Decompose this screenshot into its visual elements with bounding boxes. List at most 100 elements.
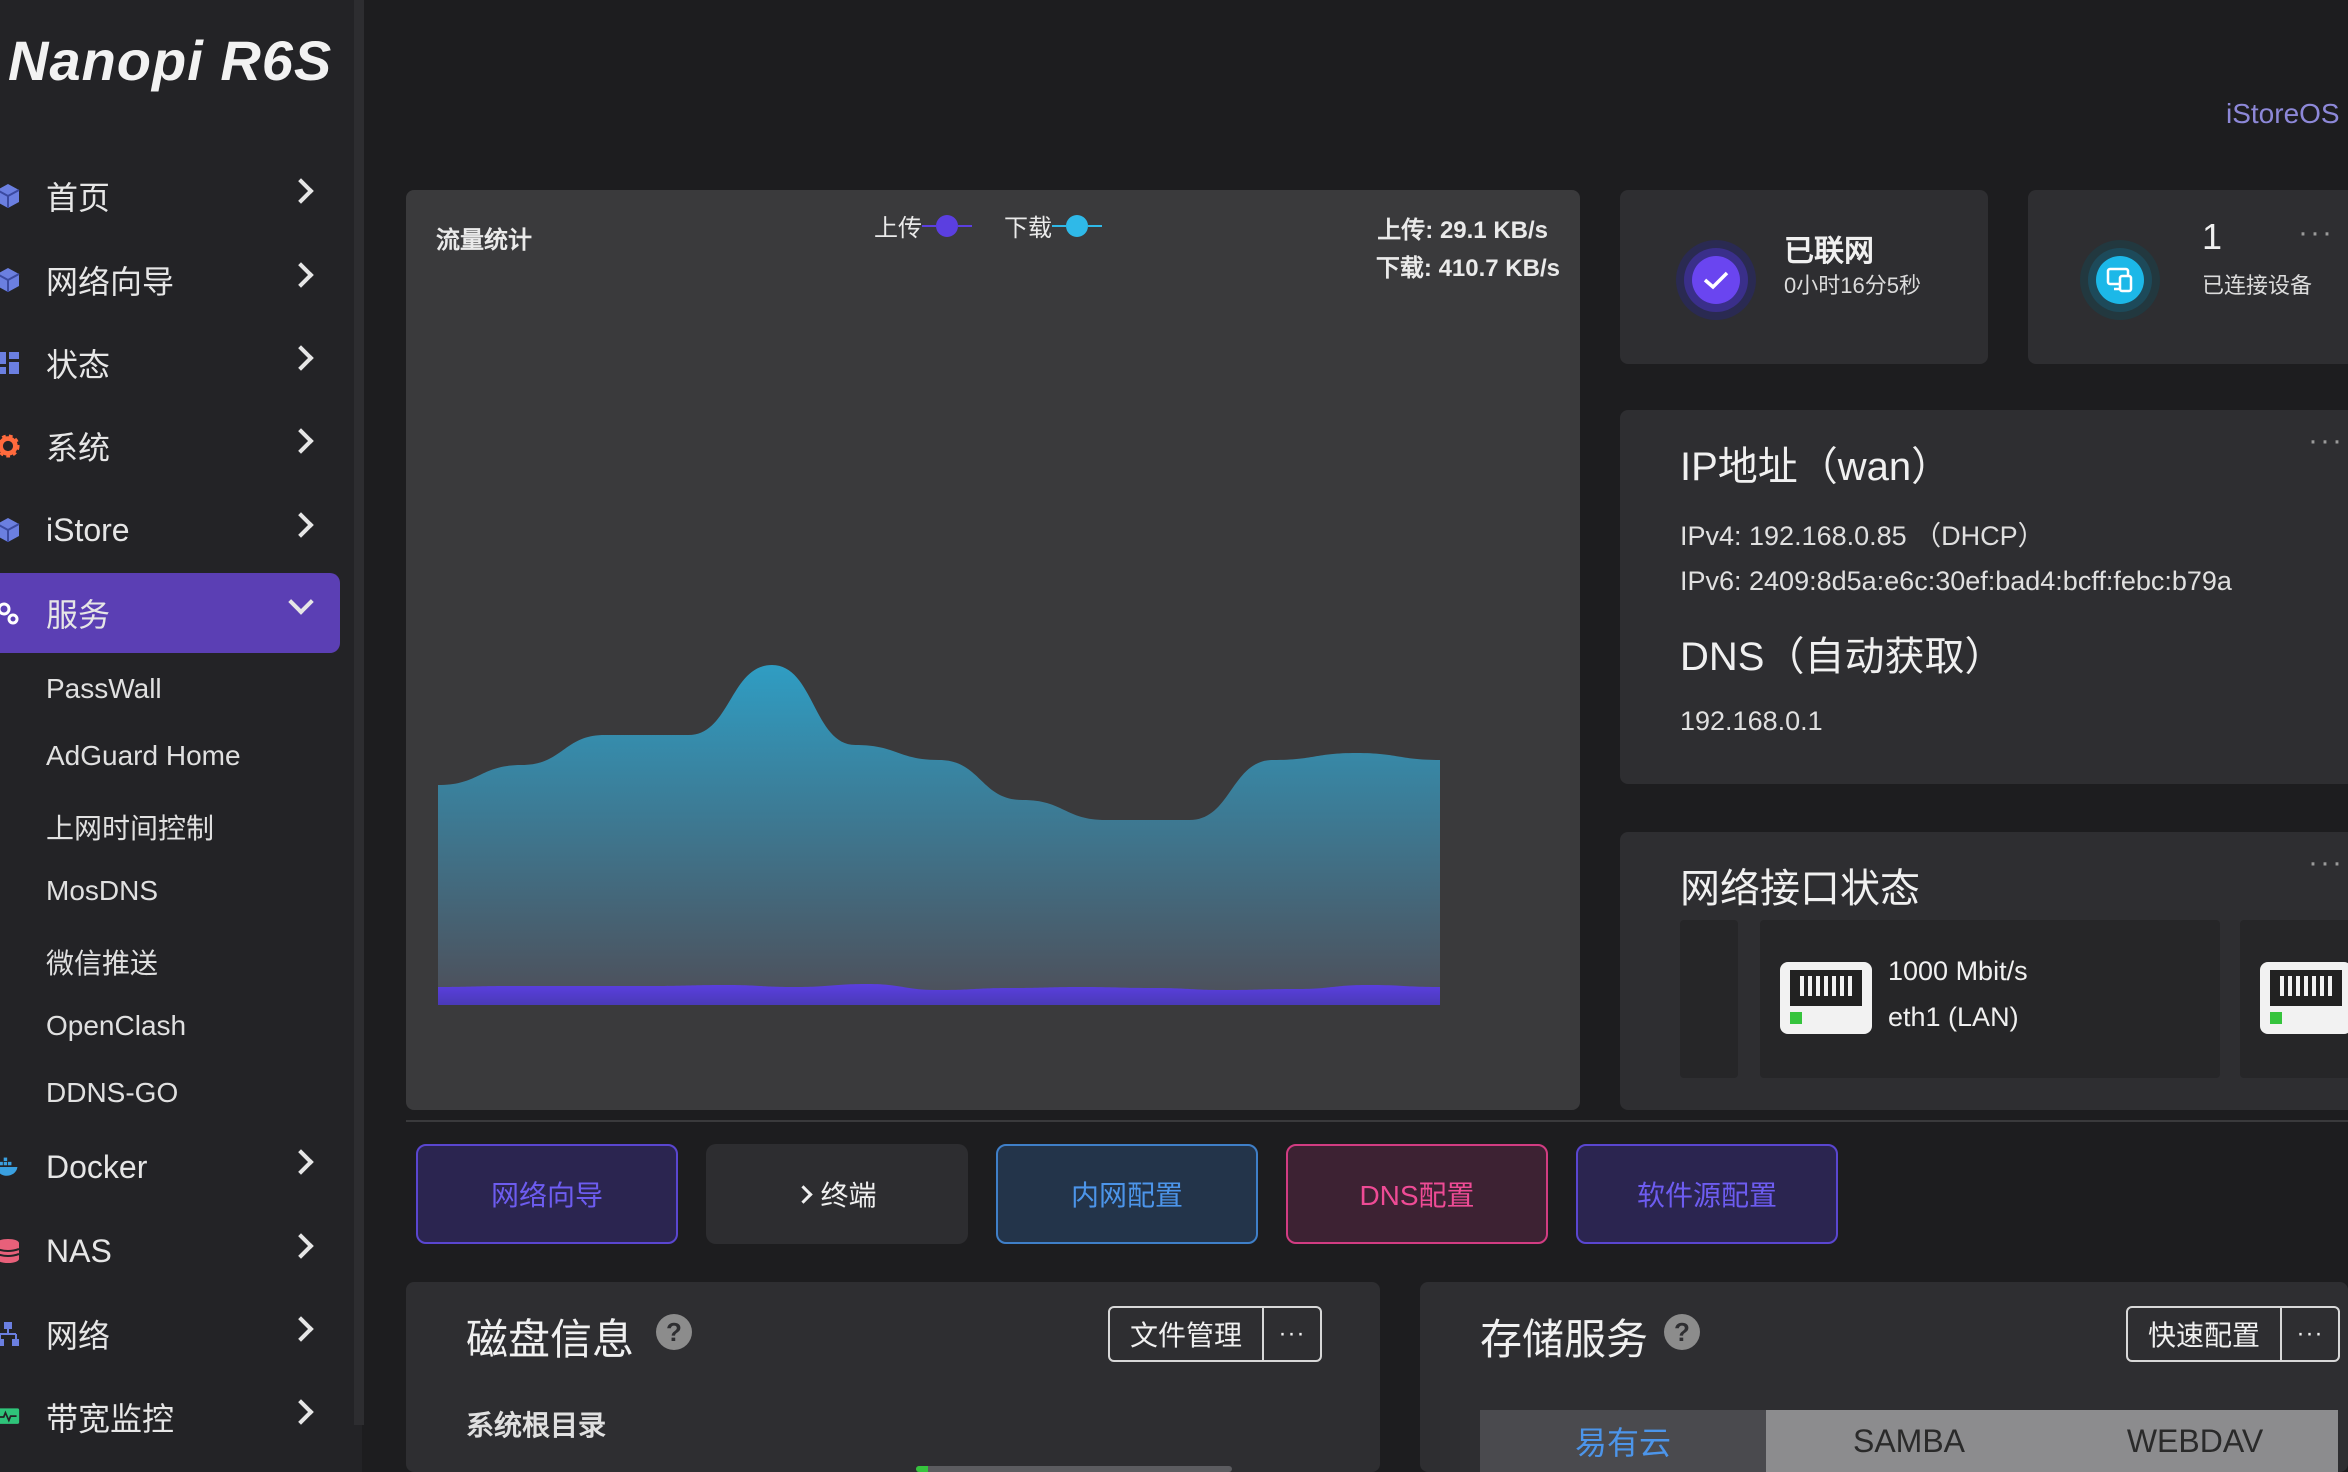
- sidebar-item-docker[interactable]: Docker: [0, 1127, 340, 1207]
- ethernet-port-icon: [1780, 962, 1872, 1034]
- chevron-down-icon: [288, 589, 314, 615]
- brand-logo: Nanopi R6S: [8, 29, 333, 92]
- devices-icon: [2088, 248, 2152, 312]
- series-download-area: [438, 665, 1440, 1005]
- divider: [406, 1120, 2348, 1122]
- dns-config-button[interactable]: DNS配置: [1286, 1144, 1548, 1244]
- sidebar-item-label: 网络向导: [46, 264, 175, 300]
- submenu-openclash[interactable]: OpenClash: [46, 1010, 186, 1042]
- sidebar-item-label: 首页: [46, 180, 111, 216]
- sidebar-item-label: Docker: [46, 1148, 148, 1185]
- submenu-mosdns[interactable]: MosDNS: [46, 875, 158, 907]
- more-icon[interactable]: ···: [2308, 424, 2344, 458]
- quick-config-button[interactable]: 快速配置: [2128, 1308, 2283, 1360]
- tab-samba[interactable]: SAMBA: [1766, 1410, 2052, 1472]
- file-manager-group: 文件管理 ···: [1108, 1306, 1323, 1362]
- disk-title: 磁盘信息: [466, 1316, 635, 1363]
- uptime: 0小时16分5秒: [1784, 273, 1921, 298]
- storage-title: 存储服务: [1480, 1316, 1649, 1363]
- disk-usage-bar: [916, 1466, 1232, 1472]
- submenu-ddns-go[interactable]: DDNS-GO: [46, 1077, 178, 1109]
- lan-config-button[interactable]: 内网配置: [996, 1144, 1258, 1244]
- network-wizard-button[interactable]: 网络向导: [416, 1144, 678, 1244]
- interface-name: eth1 (LAN): [1888, 1002, 2019, 1032]
- sidebar-item-status[interactable]: 状态: [0, 323, 340, 403]
- sidebar-item-services[interactable]: 服务: [0, 573, 340, 653]
- traffic-area-chart: [438, 665, 1440, 1005]
- disk-info-card: 磁盘信息 ? 文件管理 ··· 系统根目录: [406, 1282, 1380, 1472]
- traffic-chart-card: 流量统计 上传 下载 上传: 29.1 KB/s 下载: 410.7 KB/s: [406, 190, 1580, 1110]
- storage-service-card: 存储服务 ? 快速配置 ··· 易有云 SAMBA WEBDAV: [1420, 1282, 2348, 1472]
- submenu-wechat-push[interactable]: 微信推送: [46, 942, 158, 982]
- cube-icon: [0, 266, 20, 294]
- sidebar-item-label: NAS: [46, 1232, 112, 1269]
- submenu-adguard-home[interactable]: AdGuard Home: [46, 740, 241, 772]
- sidebar-item-label: 带宽监控: [46, 1401, 175, 1437]
- internet-status: 已联网: [1784, 235, 1874, 268]
- more-icon[interactable]: ···: [2298, 216, 2334, 250]
- internet-status-card: 已联网 0小时16分5秒: [1620, 190, 1988, 364]
- interface-title: 网络接口状态: [1680, 867, 1920, 911]
- sidebar-item-label: iStore: [46, 511, 130, 548]
- cube-icon: [0, 182, 20, 210]
- help-icon[interactable]: ?: [1664, 1314, 1700, 1350]
- quick-config-group: 快速配置 ···: [2126, 1306, 2341, 1362]
- submenu-time-control[interactable]: 上网时间控制: [46, 807, 214, 847]
- ipv4-address: IPv4: 192.168.0.85 （DHCP）: [1680, 521, 2045, 551]
- sidebar-item-network[interactable]: 网络: [0, 1294, 340, 1374]
- sidebar-item-label: 状态: [46, 347, 111, 383]
- storage-tabs: 易有云 SAMBA WEBDAV: [1480, 1410, 2338, 1472]
- sidebar-item-nas[interactable]: NAS: [0, 1211, 340, 1291]
- gear-icon: [0, 432, 20, 460]
- database-icon: [0, 1237, 20, 1265]
- sidebar-item-network-wizard[interactable]: 网络向导: [0, 240, 340, 320]
- interface-speed: 1000 Mbit/s: [1888, 956, 2028, 986]
- dns-address: 192.168.0.1: [1680, 706, 1823, 736]
- more-icon[interactable]: ···: [2308, 846, 2344, 880]
- file-manager-button[interactable]: 文件管理: [1110, 1308, 1265, 1360]
- chevron-right-icon: [288, 1149, 314, 1175]
- interface-item-partial[interactable]: [2240, 920, 2348, 1078]
- gears-icon: [0, 599, 20, 627]
- sidebar-item-system[interactable]: 系统: [0, 406, 340, 486]
- chevron-right-icon: [288, 178, 314, 204]
- docker-icon: [0, 1153, 20, 1181]
- sidebar-item-label: 网络: [46, 1318, 111, 1354]
- ipv6-address: IPv6: 2409:8d5a:e6c:30ef:bad4:bcff:febc:…: [1680, 566, 2232, 596]
- terminal-button[interactable]: 终端: [706, 1144, 968, 1244]
- cube-icon: [0, 516, 20, 544]
- chevron-right-icon: [288, 1316, 314, 1342]
- system-root-label: 系统根目录: [466, 1410, 607, 1441]
- dns-title: DNS（自动获取）: [1680, 635, 2005, 679]
- sidebar: Nanopi R6S 首页 网络向导 状态 系统 iStore 服务 PassW…: [0, 0, 362, 1472]
- chevron-right-icon: [288, 428, 314, 454]
- network-tree-icon: [0, 1320, 20, 1348]
- monitor-pulse-icon: [0, 1403, 20, 1431]
- chevron-right-icon: [288, 1399, 314, 1425]
- devices-count: 1: [2202, 216, 2223, 257]
- sidebar-item-bandwidth[interactable]: 带宽监控: [0, 1377, 340, 1457]
- submenu-passwall[interactable]: PassWall: [46, 673, 162, 705]
- sidebar-item-home[interactable]: 首页: [0, 156, 340, 236]
- sidebar-item-istore[interactable]: iStore: [0, 490, 340, 570]
- interface-item[interactable]: 1000 Mbit/s eth1 (LAN): [1760, 920, 2220, 1078]
- software-source-button[interactable]: 软件源配置: [1576, 1144, 1838, 1244]
- tab-yiyouyun[interactable]: 易有云: [1480, 1410, 1766, 1472]
- more-icon[interactable]: ···: [1264, 1308, 1320, 1360]
- devices-label: 已连接设备: [2202, 273, 2313, 298]
- tab-webdav[interactable]: WEBDAV: [2052, 1410, 2338, 1472]
- more-icon[interactable]: ···: [2282, 1308, 2338, 1360]
- istoreos-link[interactable]: iStoreOS: [2226, 98, 2340, 130]
- chevron-right-icon: [288, 345, 314, 371]
- chevron-right-icon: [794, 1184, 814, 1204]
- help-icon[interactable]: ?: [656, 1314, 692, 1350]
- dashboard-icon: [0, 349, 20, 377]
- ip-address-card: IP地址（wan） ··· IPv4: 192.168.0.85 （DHCP） …: [1620, 410, 2348, 784]
- interface-status-card: 网络接口状态 ··· 1000 Mbit/s eth1 (LAN): [1620, 832, 2348, 1110]
- sidebar-scrollbar[interactable]: [354, 0, 364, 1425]
- ip-title: IP地址（wan）: [1680, 445, 1952, 489]
- devices-card: 1 已连接设备 ···: [2028, 190, 2348, 364]
- chevron-right-icon: [288, 512, 314, 538]
- check-icon: [1684, 248, 1748, 312]
- interface-item-partial[interactable]: [1680, 920, 1738, 1078]
